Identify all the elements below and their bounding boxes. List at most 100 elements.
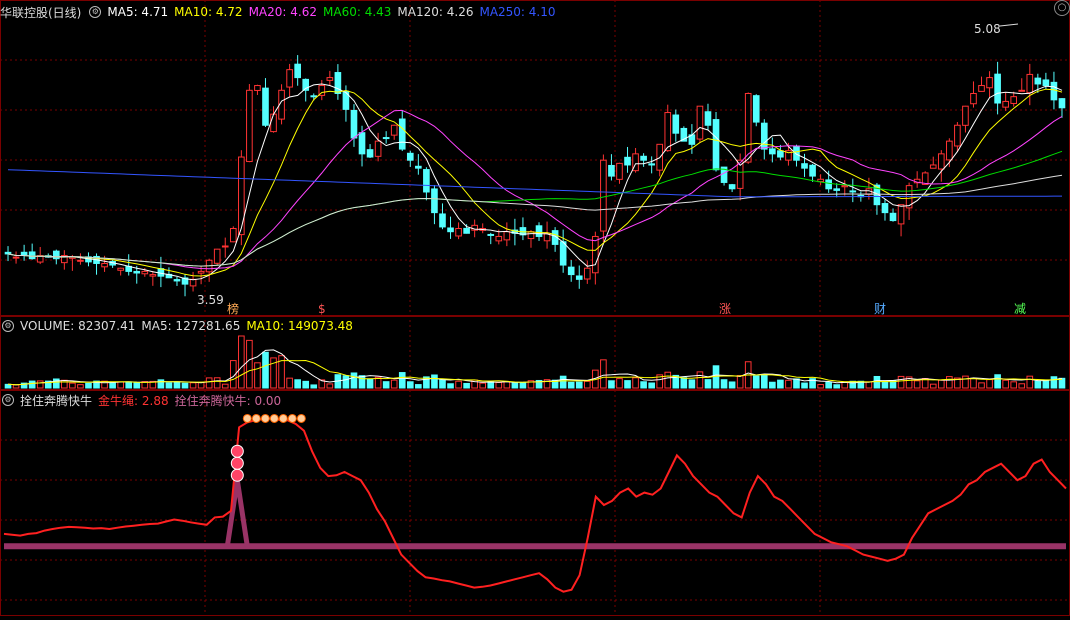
legend-item: MA10: 149073.48 — [246, 319, 353, 333]
volume-legend: VOLUME: 82307.41 MA5: 127281.65 MA10: 1490… — [20, 319, 353, 333]
volume-bar — [69, 382, 76, 389]
candle-body — [28, 251, 36, 260]
candle-body — [559, 241, 567, 266]
volume-bar — [720, 379, 728, 389]
candle-body — [374, 140, 382, 157]
legend-item: MA60: 4.43 — [323, 5, 392, 19]
legend-item: 金牛绳: 2.88 — [98, 393, 169, 408]
candle-body — [254, 85, 261, 91]
candle-body — [246, 89, 253, 163]
volume-bar — [326, 383, 334, 389]
settings-circle-icon[interactable]: ⚙ — [2, 394, 14, 406]
chart-stage: 华联控股(日线) ⚙ MA5: 4.71 MA10: 4.72 MA20: 4.62… — [0, 0, 1070, 616]
legend-item: 拴住奔腾快牛 — [20, 393, 93, 408]
volume-bar — [559, 375, 567, 389]
volume-bar — [213, 377, 221, 389]
candle-body — [1002, 100, 1009, 108]
marker-cai: 财 — [874, 302, 887, 316]
candle-body — [527, 231, 535, 240]
volume-bar — [873, 375, 881, 389]
bull-icon — [269, 413, 279, 423]
candle-body — [849, 190, 857, 193]
candle-body — [825, 179, 832, 190]
candle-body — [423, 169, 430, 193]
volume-bar — [431, 374, 438, 389]
maximize-icon[interactable]: ○ — [1054, 0, 1070, 16]
volume-bar — [246, 339, 253, 389]
marker-zhang: 涨 — [719, 302, 732, 316]
candle-body — [133, 270, 141, 274]
candle-body — [262, 87, 269, 126]
volume-bar — [197, 381, 205, 389]
marker-dollar: $ — [318, 302, 326, 316]
candle-body — [752, 95, 760, 123]
volume-bar — [575, 381, 583, 389]
candle-body — [640, 155, 647, 161]
volume-bar — [583, 380, 591, 389]
candle-body — [12, 256, 20, 259]
volume-bar — [125, 381, 133, 389]
volume-bar — [760, 374, 768, 389]
low-price-label: 3.59 — [197, 293, 224, 307]
legend-item: MA5: 127281.65 — [141, 319, 241, 333]
ma-line — [7, 83, 1063, 281]
volume-bar — [254, 362, 261, 389]
candle-body — [970, 92, 977, 105]
volume-bar — [1026, 375, 1034, 389]
candle-body — [937, 153, 945, 170]
candle-body — [382, 137, 390, 140]
volume-bar — [688, 379, 696, 389]
legend-item: MA250: 4.10 — [479, 5, 556, 19]
volume-bar — [1018, 383, 1026, 389]
candle-body — [350, 109, 358, 139]
volume-bar — [632, 377, 639, 389]
legend-item: MA5: 4.71 — [107, 5, 169, 19]
volume-bar — [929, 383, 937, 389]
indicator-line — [3, 417, 1067, 593]
volume-bar — [511, 382, 519, 389]
volume-bar — [736, 375, 744, 389]
volume-bar — [181, 382, 189, 389]
settings-circle-icon[interactable]: ⚙ — [89, 6, 102, 18]
candle-body — [173, 279, 181, 282]
candle-body — [141, 270, 149, 275]
candle-body — [986, 77, 993, 89]
panel-frame — [0, 390, 1070, 616]
candle-body — [439, 213, 446, 228]
candle-body — [4, 251, 12, 255]
volume-bar — [1050, 376, 1058, 389]
volume-bar — [165, 382, 173, 389]
volume-bar — [937, 379, 945, 389]
candle-body — [897, 204, 905, 225]
indicator2-spike — [224, 479, 250, 547]
volume-bar — [769, 381, 776, 389]
volume-bar — [978, 382, 985, 389]
candle-body — [294, 63, 301, 79]
volume-bar — [366, 378, 374, 389]
candle-body — [1050, 81, 1058, 101]
volume-bar — [913, 380, 921, 389]
volume-bar — [12, 384, 20, 389]
candle-body — [229, 228, 237, 243]
volume-bar — [970, 377, 977, 389]
volume-bar — [567, 381, 575, 389]
candle-body — [994, 73, 1001, 104]
legend-item: MA20: 4.62 — [248, 5, 317, 19]
candle-body — [793, 145, 800, 161]
candle-body — [978, 85, 985, 92]
candle-body — [777, 150, 784, 158]
candle-body — [326, 77, 334, 81]
settings-circle-icon[interactable]: ⚙ — [2, 320, 14, 332]
candle-body — [962, 105, 969, 126]
volume-bar — [817, 384, 824, 389]
candle-body — [954, 124, 961, 147]
legend-item: 拴住奔腾快牛: 0.00 — [174, 393, 282, 408]
volume-bar — [785, 379, 792, 389]
candle-body — [881, 203, 889, 214]
bull-icon — [296, 413, 306, 423]
candle-body — [567, 266, 575, 276]
volume-bar — [415, 384, 422, 389]
candle-body — [744, 92, 752, 163]
candle-body — [1034, 77, 1042, 85]
candle-body — [592, 235, 599, 274]
